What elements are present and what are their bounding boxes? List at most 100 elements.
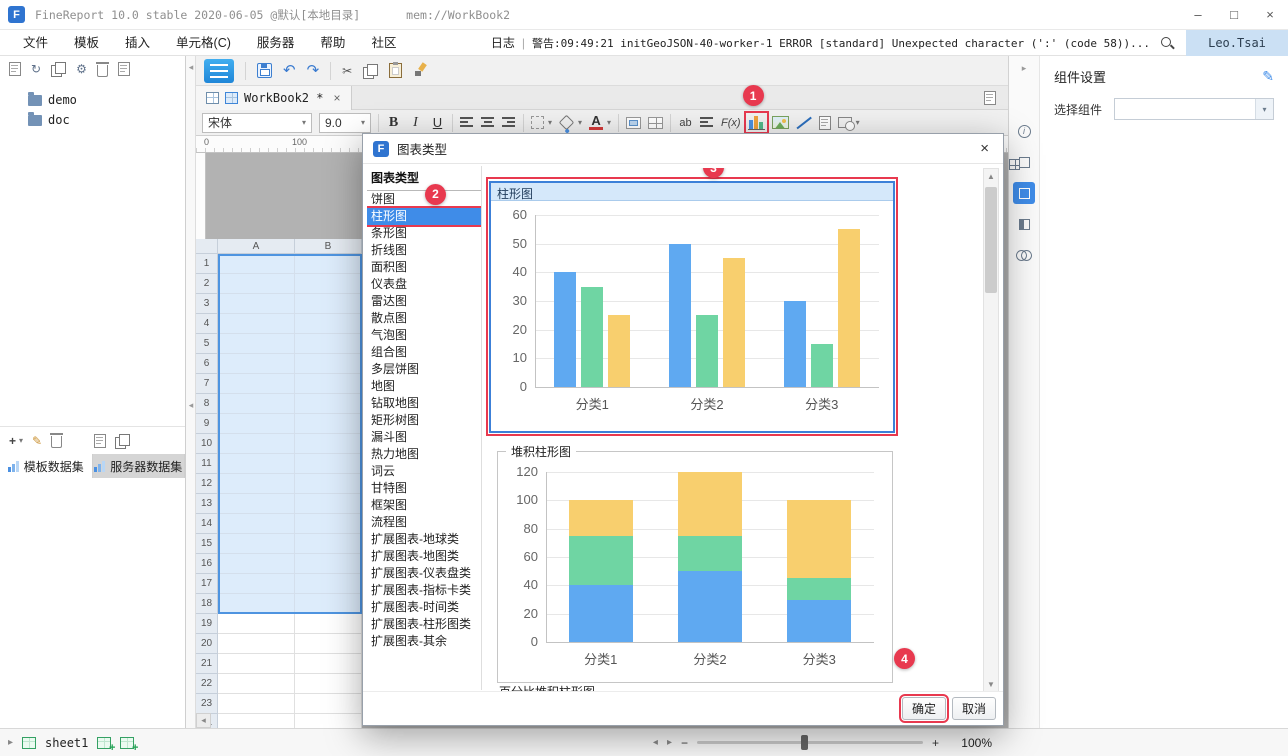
grid-cell[interactable] (295, 554, 362, 574)
zoom-out-button[interactable]: − (681, 736, 688, 750)
align-right-button[interactable] (502, 116, 516, 129)
user-account-button[interactable]: Leo.Tsai (1186, 30, 1288, 56)
bold-button[interactable]: B (386, 115, 401, 131)
grid-cell[interactable] (295, 454, 362, 474)
grid-cell[interactable] (295, 254, 362, 274)
search-icon[interactable] (1160, 36, 1174, 50)
cancel-button[interactable]: 取消 (952, 697, 996, 720)
stacked-column-chart-preview[interactable]: 020406080100120分类1分类2分类3 (508, 464, 882, 668)
grid-cell[interactable] (295, 634, 362, 654)
warning-message[interactable]: 警告:09:49:21 initGeoJSON-40-worker-1 ERRO… (532, 35, 1150, 51)
zoom-slider-handle[interactable] (801, 735, 808, 750)
chart-type-item[interactable]: 多层饼图 (367, 361, 481, 378)
grid-cell[interactable] (295, 654, 362, 674)
undo-button[interactable]: ↶ (283, 64, 296, 78)
caret-down-icon[interactable]: ▾ (548, 118, 552, 127)
format-painter-button[interactable] (413, 63, 428, 78)
grid-cell[interactable] (295, 534, 362, 554)
cell-element-tab-icon[interactable] (1013, 89, 1035, 111)
widget-settings-tab-icon[interactable] (1013, 182, 1035, 204)
collapse-right-icon[interactable]: ▸ (1009, 56, 1039, 80)
tree-item[interactable]: demo (0, 90, 185, 110)
grid-cell[interactable] (218, 274, 295, 294)
add-dataset-button[interactable]: + (9, 434, 16, 448)
grid-cell[interactable] (218, 554, 295, 574)
maximize-button[interactable]: □ (1216, 0, 1252, 30)
caret-down-icon[interactable]: ▾ (856, 118, 860, 127)
delete-dataset-button[interactable] (51, 436, 62, 448)
chart-type-item[interactable]: 面积图 (367, 259, 481, 276)
add-chart-sheet-button[interactable] (120, 737, 134, 749)
grid-cell[interactable] (295, 394, 362, 414)
horizontal-scrollbar-left-button[interactable]: ◂ (196, 713, 211, 728)
previous-page-button[interactable]: ◂ (653, 737, 658, 748)
stacked-column-chart-group[interactable]: 堆积柱形图 020406080100120分类1分类2分类3 (497, 451, 893, 683)
cut-button[interactable]: ✂ (342, 64, 352, 78)
chart-type-item[interactable]: 扩展图表-地球类 (367, 531, 481, 548)
grid-cell[interactable] (218, 394, 295, 414)
font-size-select[interactable]: 9.0 ▾ (319, 113, 371, 133)
chart-type-item[interactable]: 仪表盘 (367, 276, 481, 293)
row-header[interactable]: 12 (196, 474, 218, 494)
menu-item[interactable]: 单元格(C) (163, 30, 244, 56)
collapse-left-icon[interactable]: ◂ (186, 62, 196, 73)
row-header[interactable]: 2 (196, 274, 218, 294)
chart-type-item[interactable]: 钻取地图 (367, 395, 481, 412)
caret-down-icon[interactable]: ▾ (578, 118, 582, 127)
row-header[interactable]: 4 (196, 314, 218, 334)
row-header[interactable]: 22 (196, 674, 218, 694)
chart-type-item[interactable]: 气泡图 (367, 327, 481, 344)
chart-type-item[interactable]: 组合图 (367, 344, 481, 361)
scroll-down-button[interactable]: ▼ (984, 677, 998, 691)
borders-button[interactable] (531, 116, 544, 129)
cell-attributes-tab-icon[interactable]: i (1013, 120, 1035, 142)
menu-item[interactable]: 社区 (358, 30, 409, 56)
menu-item[interactable]: 模板 (61, 30, 112, 56)
chart-type-item[interactable]: 折线图 (367, 242, 481, 259)
chart-type-item[interactable]: 条形图 (367, 225, 481, 242)
chart-type-item[interactable]: 扩展图表-柱形图类 (367, 616, 481, 633)
column-header[interactable]: B (295, 239, 362, 254)
chart-type-item[interactable]: 甘特图 (367, 480, 481, 497)
add-report-sheet-button[interactable] (97, 737, 111, 749)
chart-type-item[interactable]: 散点图 (367, 310, 481, 327)
select-widget-combobox[interactable]: ▾ (1114, 98, 1274, 120)
grid-corner[interactable] (196, 239, 218, 254)
delete-button[interactable] (97, 65, 108, 77)
open-template-button[interactable] (51, 62, 66, 76)
scrollbar-thumb[interactable] (985, 187, 997, 293)
chart-type-item[interactable]: 扩展图表-指标卡类 (367, 582, 481, 599)
row-header[interactable]: 23 (196, 694, 218, 714)
template-attributes-icon[interactable] (984, 91, 996, 105)
menu-item[interactable]: 服务器 (244, 30, 308, 56)
row-header[interactable]: 19 (196, 614, 218, 634)
grid-cell[interactable] (218, 674, 295, 694)
grid-cell[interactable] (218, 374, 295, 394)
dialog-close-button[interactable]: × (976, 140, 993, 157)
grid-cell[interactable] (218, 354, 295, 374)
row-header[interactable]: 14 (196, 514, 218, 534)
paste-button[interactable] (389, 63, 402, 78)
condition-attributes-tab-icon[interactable] (1013, 213, 1035, 235)
grid-cell[interactable] (295, 274, 362, 294)
caret-down-icon[interactable]: ▾ (607, 118, 611, 127)
merge-cells-button[interactable] (626, 117, 641, 129)
collapse-left-icon[interactable]: ◂ (186, 400, 196, 411)
menu-item[interactable]: 插入 (112, 30, 163, 56)
scroll-up-button[interactable]: ▲ (984, 169, 998, 183)
font-color-button[interactable]: A (589, 116, 603, 130)
chart-type-item[interactable]: 扩展图表-地图类 (367, 548, 481, 565)
row-header[interactable]: 20 (196, 634, 218, 654)
column-chart-group[interactable]: 柱形图 0102030405060分类1分类2分类3 3 (489, 181, 895, 433)
row-header[interactable]: 3 (196, 294, 218, 314)
copy-button[interactable] (363, 64, 378, 78)
grid-cell[interactable] (295, 614, 362, 634)
tree-item[interactable]: doc (0, 110, 185, 130)
grid-cell[interactable] (218, 654, 295, 674)
edit-widget-icon[interactable]: ✎ (1262, 68, 1274, 85)
row-header[interactable]: 1 (196, 254, 218, 274)
grid-cell[interactable] (218, 494, 295, 514)
grid-cell[interactable] (295, 314, 362, 334)
align-left-button[interactable] (460, 116, 474, 129)
row-header[interactable]: 5 (196, 334, 218, 354)
